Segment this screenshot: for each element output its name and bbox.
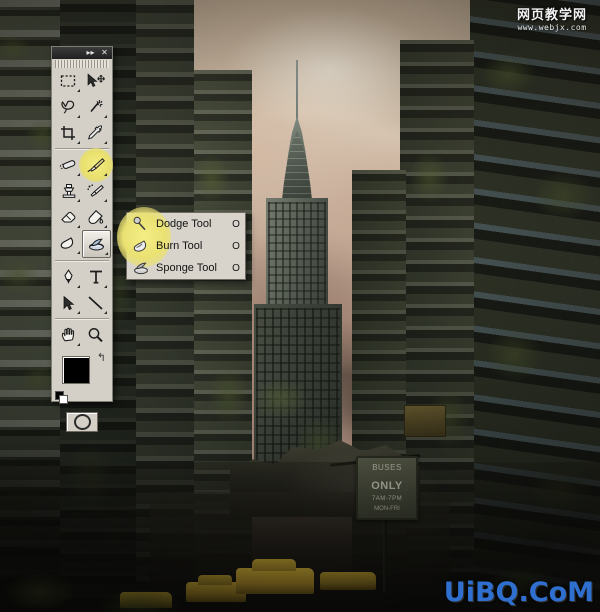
dodge-tool[interactable]: [82, 230, 111, 258]
pen-tool[interactable]: [55, 264, 82, 290]
clone-stamp-tool[interactable]: [55, 178, 82, 204]
flyout-shortcut: O: [232, 240, 240, 252]
color-swatches: ↰: [52, 352, 112, 406]
quick-mask-row: [52, 412, 112, 432]
flyout-label: Sponge Tool: [156, 262, 217, 274]
foreground-color-swatch[interactable]: [62, 356, 90, 384]
tools-panel-grip[interactable]: [55, 60, 109, 68]
swap-colors-icon[interactable]: ↰: [97, 353, 106, 364]
chrysler-crown-arches: [281, 130, 313, 202]
crop-tool[interactable]: [55, 120, 82, 146]
watermark-top-right: 网页教学网 www.webjx.com: [510, 8, 594, 33]
eyedropper-tool[interactable]: [82, 120, 109, 146]
move-tool[interactable]: [82, 68, 109, 94]
flyout-corner-icon: [77, 199, 80, 202]
flyout-corner-icon: [77, 89, 80, 92]
horizontal-type-tool[interactable]: [82, 264, 109, 290]
tools-divider: [55, 318, 109, 320]
line-tool[interactable]: [82, 290, 109, 316]
tools-panel-titlebar[interactable]: ▸▸ ✕: [52, 47, 112, 59]
quick-mask-icon: [73, 414, 91, 430]
gradient-tool[interactable]: [82, 204, 109, 230]
flyout-corner-icon: [77, 251, 80, 254]
flyout-item-dodge-tool[interactable]: Dodge Tool O: [127, 213, 245, 235]
watermark-bottom-right: UiBQ.CoM: [443, 577, 594, 608]
history-brush-tool[interactable]: [82, 178, 109, 204]
flyout-corner-icon: [104, 141, 107, 144]
healing-brush-tool[interactable]: [55, 152, 82, 178]
flyout-corner-icon: [105, 252, 108, 255]
flyout-label: Dodge Tool: [156, 218, 212, 230]
flyout-corner-icon: [104, 115, 107, 118]
tool-group-navigation: [52, 322, 112, 348]
flyout-shortcut: O: [232, 218, 240, 230]
path-selection-tool[interactable]: [55, 290, 82, 316]
quick-mask-button[interactable]: [66, 412, 98, 432]
collapse-icon[interactable]: ▸▸: [85, 48, 96, 58]
flyout-corner-icon: [77, 225, 80, 228]
tools-divider: [55, 148, 109, 150]
flyout-corner-icon: [104, 225, 107, 228]
tool-group-retouch: [52, 148, 113, 258]
flyout-corner-icon: [77, 115, 80, 118]
magic-wand-tool[interactable]: [82, 94, 109, 120]
blur-tool[interactable]: [55, 230, 82, 256]
tool-group-selection: [52, 68, 112, 146]
screenshot-root: BUSES ONLY 7AM-7PM MON-FRI ▸▸ ✕: [0, 0, 600, 612]
eraser-tool[interactable]: [55, 204, 82, 230]
chrysler-building: [246, 60, 356, 490]
sponge-icon: [131, 259, 151, 277]
flyout-corner-icon: [77, 141, 80, 144]
dodge-icon: [131, 215, 151, 233]
hand-tool[interactable]: [55, 322, 82, 348]
flyout-corner-icon: [104, 199, 107, 202]
flyout-corner-icon: [77, 311, 80, 314]
photoshop-tools-panel[interactable]: ▸▸ ✕ ↰: [51, 46, 113, 432]
flyout-label: Burn Tool: [156, 240, 203, 252]
flyout-item-burn-tool[interactable]: Burn Tool O: [127, 235, 245, 257]
brush-tool[interactable]: [78, 148, 113, 182]
burn-icon: [131, 237, 151, 255]
chrysler-spire: [296, 60, 298, 120]
default-colors-icon[interactable]: [55, 391, 68, 404]
tool-group-vector: [52, 264, 112, 316]
flyout-corner-icon: [104, 311, 107, 314]
tools-divider: [55, 260, 109, 262]
watermark-site-url: www.webjx.com: [517, 23, 587, 32]
flyout-corner-icon: [104, 285, 107, 288]
chrysler-tower-windows: [268, 202, 326, 304]
close-icon[interactable]: ✕: [99, 48, 110, 58]
flyout-item-sponge-tool[interactable]: Sponge Tool O: [127, 257, 245, 279]
flyout-corner-icon: [104, 173, 107, 176]
dodge-tool-flyout-menu[interactable]: Dodge Tool O Burn Tool O Sponge Tool O: [117, 207, 246, 280]
flyout-corner-icon: [77, 173, 80, 176]
watermark-site-name: 网页教学网: [516, 8, 587, 23]
zoom-tool[interactable]: [82, 322, 109, 348]
flyout-shortcut: O: [232, 262, 240, 274]
flyout-corner-icon: [77, 343, 80, 346]
rectangular-marquee-tool[interactable]: [55, 68, 82, 94]
flyout-corner-icon: [77, 285, 80, 288]
lasso-tool[interactable]: [55, 94, 82, 120]
